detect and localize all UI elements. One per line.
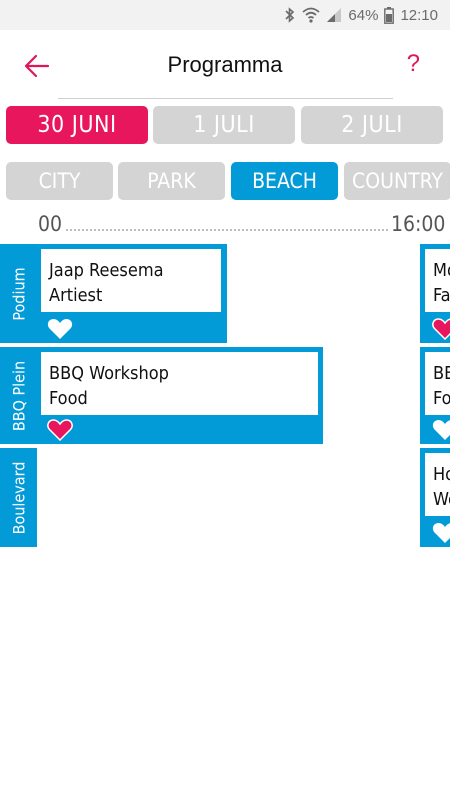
location-tabs: CITY PARK BEACH COUNTRY [6,162,450,200]
timeline-header: 00 16:00 [0,208,450,238]
heart-filled-icon[interactable] [432,318,450,340]
event-category: Artiest [49,285,103,306]
bluetooth-icon [284,7,296,23]
event-card: Ho We [425,453,450,516]
header-divider [58,98,393,99]
app-header: Programma ? [0,30,450,98]
time-label-end: 16:00 [391,212,446,236]
event-category: We [433,489,450,510]
stage-podium: Podium [0,244,37,343]
event-partial-podium[interactable]: Mo Fa [420,244,450,343]
page-title: Programma [167,52,283,77]
event-category: Food [49,388,88,409]
stage-label: BBQ Plein [9,360,28,431]
time-label-start: 00 [38,212,63,236]
help-button[interactable]: ? [407,50,420,78]
event-partial-boulevard[interactable]: Ho We [420,448,450,547]
event-card: Mo Fa [425,249,450,312]
stage-bbq-plein: BBQ Plein [0,347,37,444]
stage-label: Boulevard [9,461,28,534]
signal-icon [326,7,342,23]
tab-location-city[interactable]: CITY [6,162,113,200]
battery-icon [384,6,395,24]
heart-filled-icon[interactable] [47,419,73,441]
heart-outline-icon[interactable] [432,522,450,544]
wifi-icon [302,7,321,23]
event-card: BBQ Workshop Food [41,352,318,415]
tab-location-park[interactable]: PARK [118,162,225,200]
tab-date-1-juli[interactable]: 1 JULI [153,106,295,144]
event-title: Jaap Reesema [49,260,164,281]
event-title: BBQ Workshop [49,363,169,384]
event-bbq-workshop[interactable]: BBQ Workshop Food [37,347,323,444]
event-title: Mo [433,260,450,281]
status-icons: 64% 12:10 [284,5,438,25]
event-jaap-reesema[interactable]: Jaap Reesema Artiest [37,244,227,343]
clock: 12:10 [400,6,438,24]
battery-percent: 64% [348,6,379,24]
event-title: BB [433,363,450,384]
stage-label: Podium [9,266,28,321]
event-partial-bbq-plein[interactable]: BB Fo [420,347,450,444]
stage-boulevard: Boulevard [0,448,37,547]
tab-location-country[interactable]: COUNTRY [344,162,450,200]
event-title: Ho [433,464,450,485]
status-bar: 64% 12:10 [0,0,450,30]
tab-date-30-juni[interactable]: 30 JUNI [6,106,148,144]
heart-outline-icon[interactable] [47,318,73,340]
heart-outline-icon[interactable] [432,419,450,441]
event-category: Fo [433,388,450,409]
event-card: BB Fo [425,352,450,415]
date-tabs: 30 JUNI 1 JULI 2 JULI [6,106,444,144]
timeline-dots [66,229,388,231]
event-card: Jaap Reesema Artiest [41,249,221,312]
tab-date-2-juli[interactable]: 2 JULI [301,106,443,144]
event-category: Fa [433,285,450,306]
tab-location-beach[interactable]: BEACH [231,162,338,200]
